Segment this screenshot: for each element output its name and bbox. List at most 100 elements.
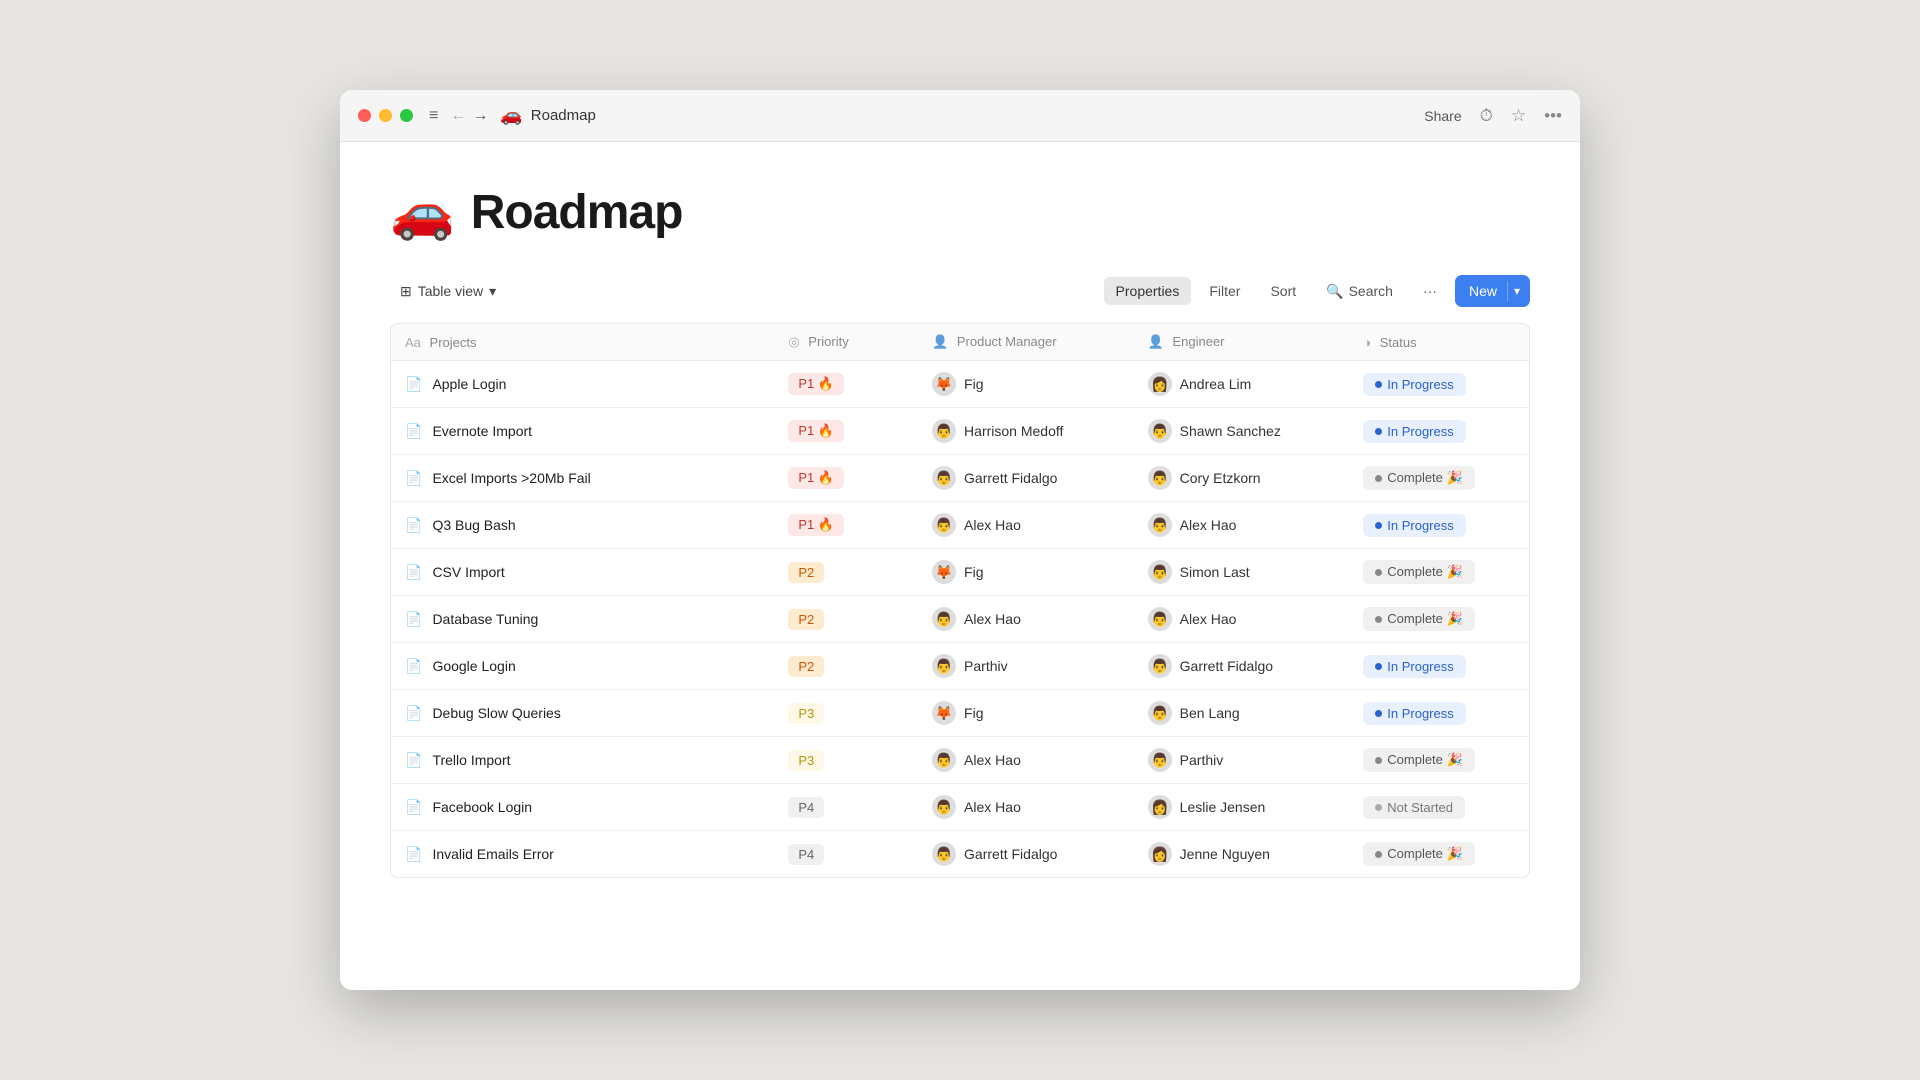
pm-cell-0[interactable]: 🦊 Fig bbox=[918, 361, 1134, 408]
project-cell-8[interactable]: 📄 Trello Import bbox=[391, 737, 774, 784]
pm-cell-7[interactable]: 🦊 Fig bbox=[918, 690, 1134, 737]
col-header-product-manager[interactable]: 👤 Product Manager bbox=[918, 324, 1134, 361]
properties-button[interactable]: Properties bbox=[1104, 277, 1192, 305]
status-cell-3[interactable]: In Progress bbox=[1349, 502, 1529, 549]
eng-name: Jenne Nguyen bbox=[1180, 846, 1270, 862]
table-row[interactable]: 📄 Debug Slow Queries P3 🦊 Fig 👨 Ben Lang… bbox=[391, 690, 1529, 737]
eng-name: Garrett Fidalgo bbox=[1180, 658, 1273, 674]
project-cell-1[interactable]: 📄 Evernote Import bbox=[391, 408, 774, 455]
share-button[interactable]: Share bbox=[1424, 108, 1461, 124]
status-cell-6[interactable]: In Progress bbox=[1349, 643, 1529, 690]
history-icon[interactable]: ⏱ bbox=[1480, 106, 1493, 126]
eng-name: Leslie Jensen bbox=[1180, 799, 1266, 815]
forward-arrow-icon[interactable]: → bbox=[472, 107, 488, 125]
table-row[interactable]: 📄 Facebook Login P4 👨 Alex Hao 👩 Leslie … bbox=[391, 784, 1529, 831]
view-selector[interactable]: ⊞ Table view ▾ bbox=[390, 278, 506, 305]
sidebar-toggle-icon[interactable]: ≡ bbox=[429, 107, 438, 125]
sort-button[interactable]: Sort bbox=[1258, 277, 1308, 305]
minimize-button[interactable] bbox=[379, 109, 392, 122]
priority-cell-6[interactable]: P2 bbox=[774, 643, 918, 690]
engineer-cell-5[interactable]: 👨 Alex Hao bbox=[1134, 596, 1350, 643]
project-cell-3[interactable]: 📄 Q3 Bug Bash bbox=[391, 502, 774, 549]
project-cell-7[interactable]: 📄 Debug Slow Queries bbox=[391, 690, 774, 737]
pm-cell-1[interactable]: 👨 Harrison Medoff bbox=[918, 408, 1134, 455]
engineer-cell-9[interactable]: 👩 Leslie Jensen bbox=[1134, 784, 1350, 831]
status-cell-7[interactable]: In Progress bbox=[1349, 690, 1529, 737]
project-doc-icon: 📄 bbox=[405, 799, 422, 816]
col-header-status[interactable]: ◑ Status bbox=[1349, 324, 1529, 361]
engineer-cell-6[interactable]: 👨 Garrett Fidalgo bbox=[1134, 643, 1350, 690]
pm-cell-10[interactable]: 👨 Garrett Fidalgo bbox=[918, 831, 1134, 878]
table-row[interactable]: 📄 CSV Import P2 🦊 Fig 👨 Simon Last Compl… bbox=[391, 549, 1529, 596]
engineer-cell-7[interactable]: 👨 Ben Lang bbox=[1134, 690, 1350, 737]
status-cell-0[interactable]: In Progress bbox=[1349, 361, 1529, 408]
project-cell-6[interactable]: 📄 Google Login bbox=[391, 643, 774, 690]
priority-cell-1[interactable]: P1 🔥 bbox=[774, 408, 918, 455]
new-button[interactable]: New ▾ bbox=[1455, 275, 1530, 307]
search-button[interactable]: 🔍 Search bbox=[1314, 277, 1405, 306]
table-row[interactable]: 📄 Google Login P2 👨 Parthiv 👨 Garrett Fi… bbox=[391, 643, 1529, 690]
status-badge: Complete 🎉 bbox=[1363, 748, 1474, 772]
status-cell-5[interactable]: Complete 🎉 bbox=[1349, 596, 1529, 643]
engineer-cell-2[interactable]: 👨 Cory Etzkorn bbox=[1134, 455, 1350, 502]
table-row[interactable]: 📄 Database Tuning P2 👨 Alex Hao 👨 Alex H… bbox=[391, 596, 1529, 643]
pm-cell-4[interactable]: 🦊 Fig bbox=[918, 549, 1134, 596]
project-cell-0[interactable]: 📄 Apple Login bbox=[391, 361, 774, 408]
engineer-cell-1[interactable]: 👨 Shawn Sanchez bbox=[1134, 408, 1350, 455]
pm-cell-6[interactable]: 👨 Parthiv bbox=[918, 643, 1134, 690]
status-dot-icon bbox=[1375, 475, 1382, 482]
table-row[interactable]: 📄 Evernote Import P1 🔥 👨 Harrison Medoff… bbox=[391, 408, 1529, 455]
project-cell-10[interactable]: 📄 Invalid Emails Error bbox=[391, 831, 774, 878]
pm-cell-9[interactable]: 👨 Alex Hao bbox=[918, 784, 1134, 831]
priority-cell-3[interactable]: P1 🔥 bbox=[774, 502, 918, 549]
col-header-engineer[interactable]: 👤 Engineer bbox=[1134, 324, 1350, 361]
project-name: Database Tuning bbox=[432, 611, 538, 627]
engineer-cell-4[interactable]: 👨 Simon Last bbox=[1134, 549, 1350, 596]
col-header-projects[interactable]: Aa Projects bbox=[391, 324, 774, 361]
projects-col-icon: Aa bbox=[405, 335, 421, 350]
filter-button[interactable]: Filter bbox=[1197, 277, 1252, 305]
new-button-arrow-icon[interactable]: ▾ bbox=[1514, 284, 1530, 298]
priority-cell-5[interactable]: P2 bbox=[774, 596, 918, 643]
engineer-cell-10[interactable]: 👩 Jenne Nguyen bbox=[1134, 831, 1350, 878]
more-toolbar-button[interactable]: ··· bbox=[1411, 277, 1449, 305]
priority-cell-9[interactable]: P4 bbox=[774, 784, 918, 831]
project-name: Q3 Bug Bash bbox=[432, 517, 515, 533]
status-cell-4[interactable]: Complete 🎉 bbox=[1349, 549, 1529, 596]
pm-cell-3[interactable]: 👨 Alex Hao bbox=[918, 502, 1134, 549]
project-cell-2[interactable]: 📄 Excel Imports >20Mb Fail bbox=[391, 455, 774, 502]
status-cell-1[interactable]: In Progress bbox=[1349, 408, 1529, 455]
table-row[interactable]: 📄 Trello Import P3 👨 Alex Hao 👨 Parthiv … bbox=[391, 737, 1529, 784]
priority-cell-2[interactable]: P1 🔥 bbox=[774, 455, 918, 502]
status-cell-9[interactable]: Not Started bbox=[1349, 784, 1529, 831]
status-cell-2[interactable]: Complete 🎉 bbox=[1349, 455, 1529, 502]
engineer-cell-8[interactable]: 👨 Parthiv bbox=[1134, 737, 1350, 784]
priority-cell-4[interactable]: P2 bbox=[774, 549, 918, 596]
col-header-priority[interactable]: ◎ Priority bbox=[774, 324, 918, 361]
maximize-button[interactable] bbox=[400, 109, 413, 122]
priority-cell-10[interactable]: P4 bbox=[774, 831, 918, 878]
pm-cell-5[interactable]: 👨 Alex Hao bbox=[918, 596, 1134, 643]
table-row[interactable]: 📄 Invalid Emails Error P4 👨 Garrett Fida… bbox=[391, 831, 1529, 878]
priority-cell-7[interactable]: P3 bbox=[774, 690, 918, 737]
more-options-icon[interactable]: ••• bbox=[1544, 106, 1562, 126]
status-cell-10[interactable]: Complete 🎉 bbox=[1349, 831, 1529, 878]
engineer-cell-0[interactable]: 👩 Andrea Lim bbox=[1134, 361, 1350, 408]
table-row[interactable]: 📄 Excel Imports >20Mb Fail P1 🔥 👨 Garret… bbox=[391, 455, 1529, 502]
project-cell-9[interactable]: 📄 Facebook Login bbox=[391, 784, 774, 831]
project-cell-5[interactable]: 📄 Database Tuning bbox=[391, 596, 774, 643]
back-arrow-icon[interactable]: ← bbox=[450, 107, 466, 125]
pm-avatar: 👨 bbox=[932, 466, 956, 490]
priority-badge: P1 🔥 bbox=[788, 514, 844, 536]
engineer-cell-3[interactable]: 👨 Alex Hao bbox=[1134, 502, 1350, 549]
priority-cell-8[interactable]: P3 bbox=[774, 737, 918, 784]
project-cell-4[interactable]: 📄 CSV Import bbox=[391, 549, 774, 596]
status-cell-8[interactable]: Complete 🎉 bbox=[1349, 737, 1529, 784]
star-icon[interactable]: ☆ bbox=[1511, 106, 1526, 126]
table-row[interactable]: 📄 Q3 Bug Bash P1 🔥 👨 Alex Hao 👨 Alex Hao… bbox=[391, 502, 1529, 549]
table-row[interactable]: 📄 Apple Login P1 🔥 🦊 Fig 👩 Andrea Lim In… bbox=[391, 361, 1529, 408]
pm-cell-8[interactable]: 👨 Alex Hao bbox=[918, 737, 1134, 784]
close-button[interactable] bbox=[358, 109, 371, 122]
priority-cell-0[interactable]: P1 🔥 bbox=[774, 361, 918, 408]
pm-cell-2[interactable]: 👨 Garrett Fidalgo bbox=[918, 455, 1134, 502]
